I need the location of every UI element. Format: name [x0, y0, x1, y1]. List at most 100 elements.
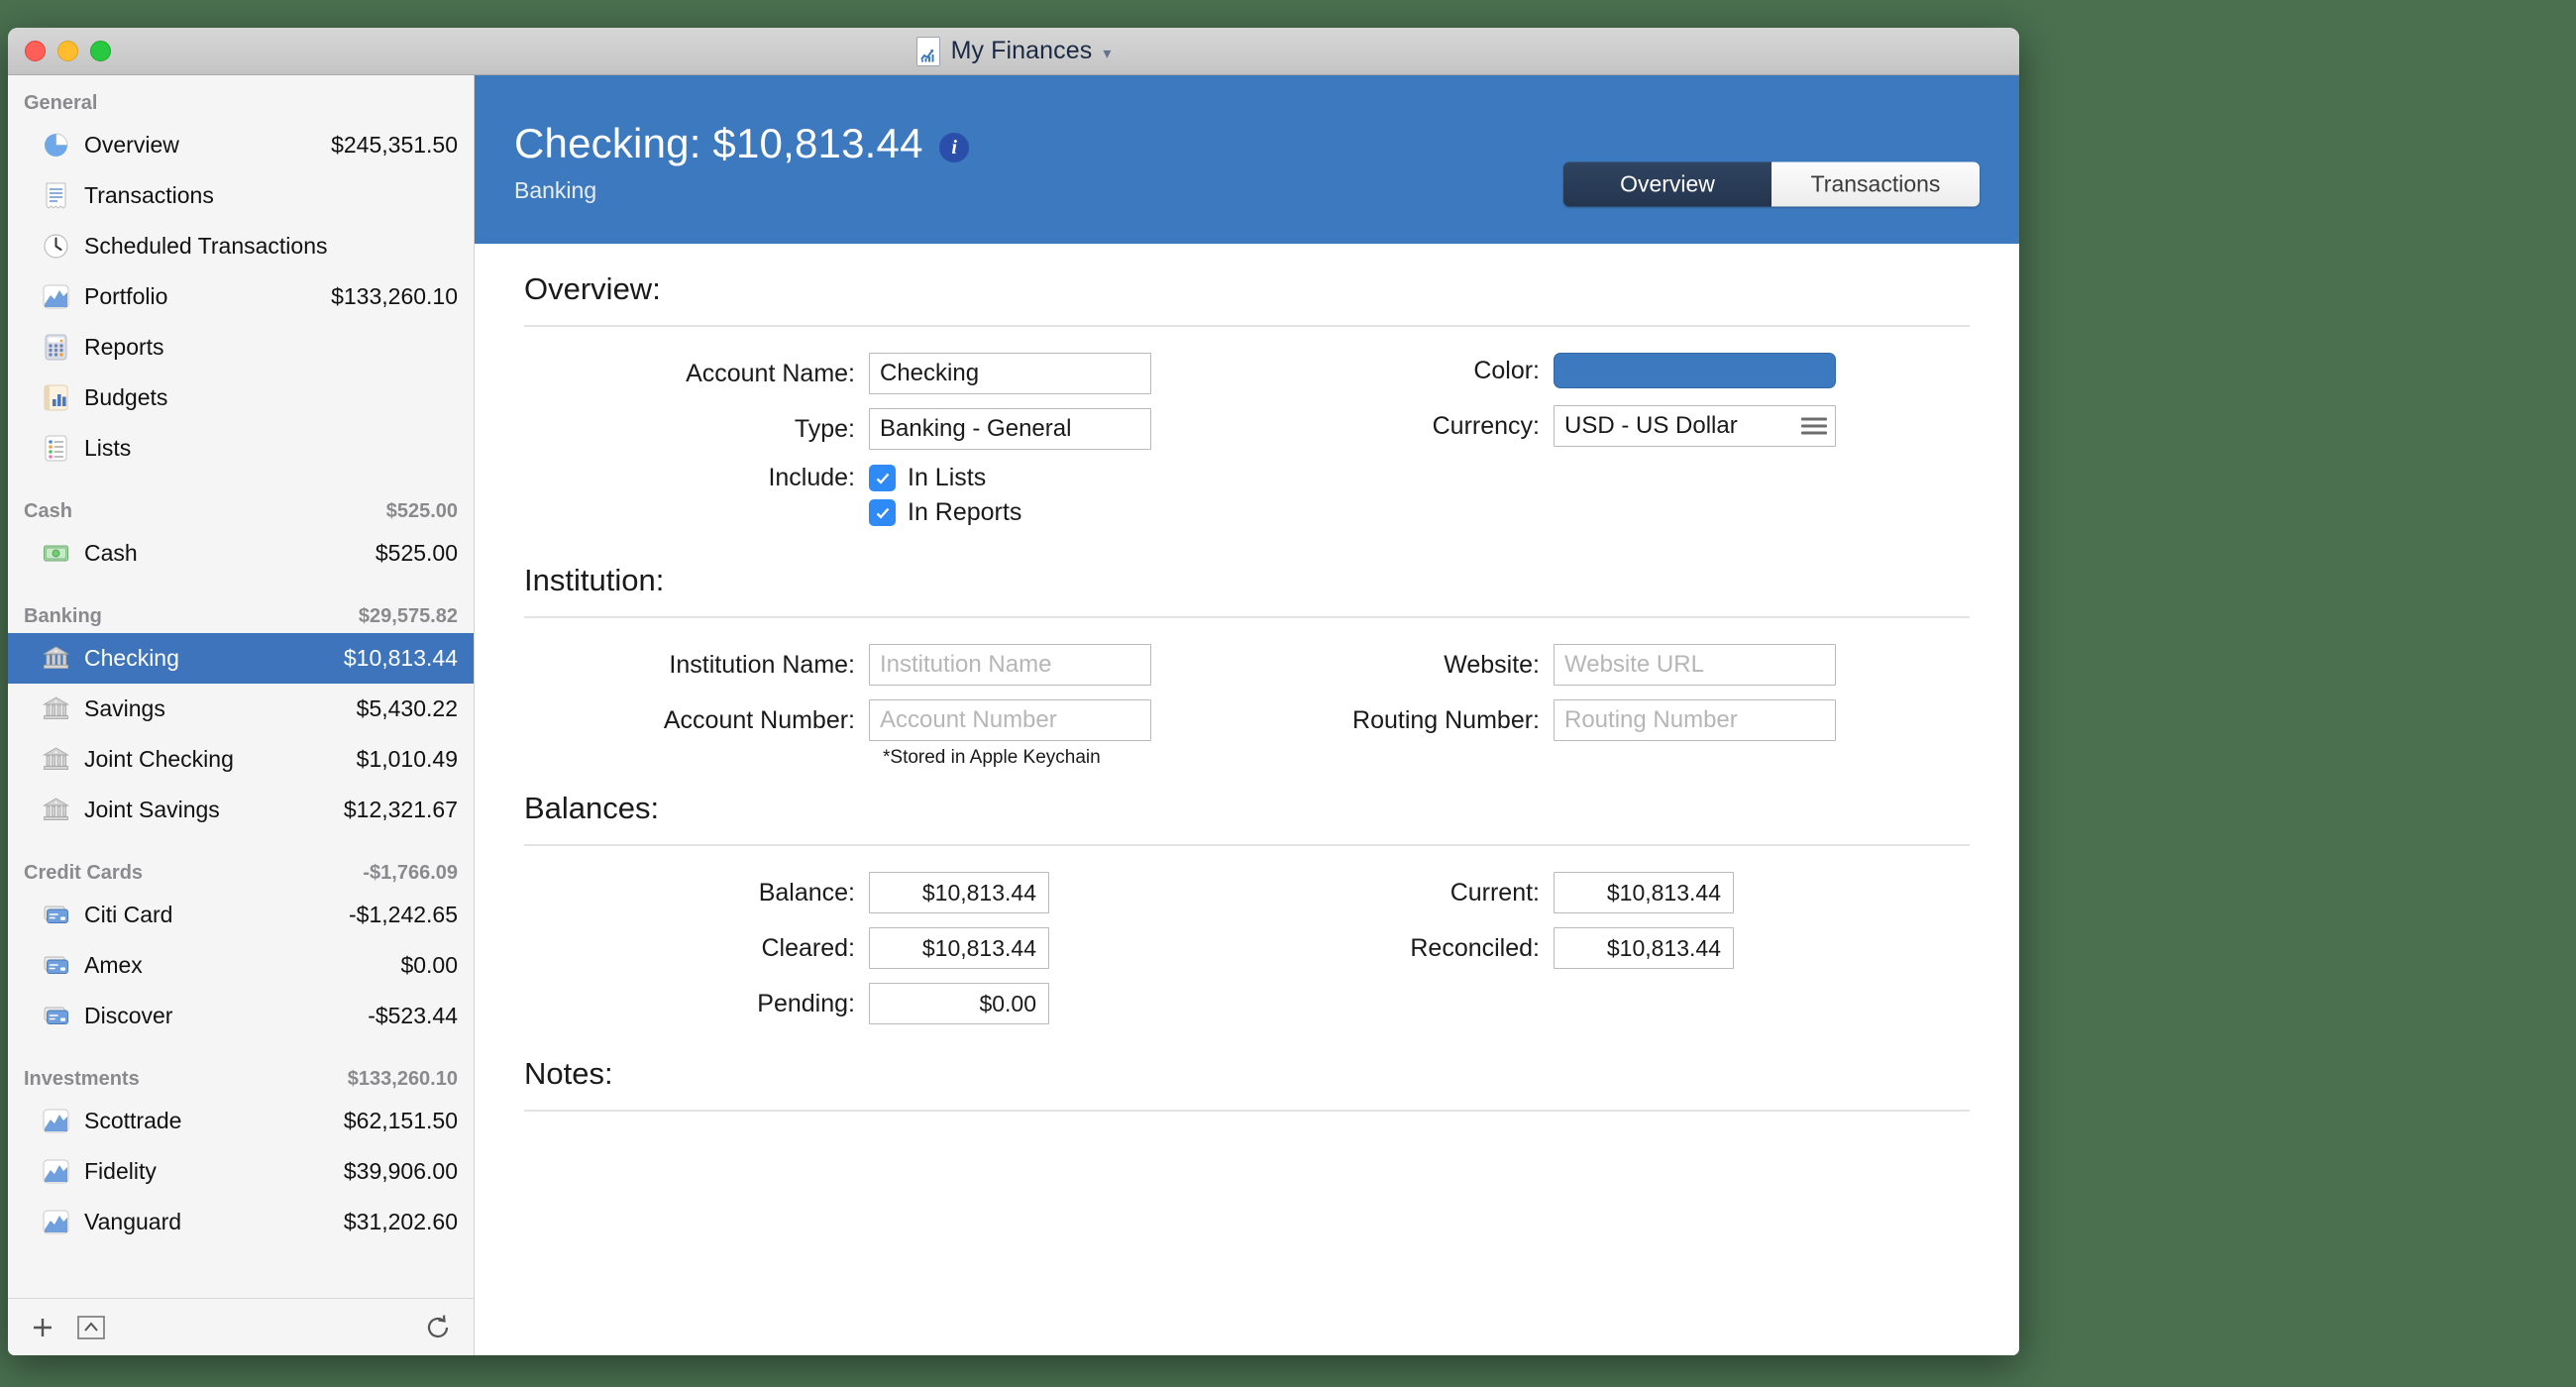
sidebar-section-gap — [8, 474, 474, 493]
sidebar-item-amount: $0.00 — [400, 952, 458, 979]
sidebar-item-amount: $133,260.10 — [331, 283, 458, 310]
sidebar-item-lists[interactable]: Lists — [8, 423, 474, 474]
sidebar-item-amount: $5,430.22 — [357, 695, 458, 722]
refresh-icon[interactable] — [424, 1314, 452, 1341]
sidebar-item-joint-checking[interactable]: Joint Checking$1,010.49 — [8, 734, 474, 785]
cleared-input[interactable]: $10,813.44 — [869, 927, 1049, 969]
tab-overview[interactable]: Overview — [1563, 162, 1771, 207]
account-name-label: Account Name: — [524, 360, 869, 388]
sidebar-item-label: Portfolio — [84, 283, 167, 310]
field-current: Current: $10,813.44 — [1262, 872, 1970, 913]
sidebar-item-joint-savings[interactable]: Joint Savings$12,321.67 — [8, 785, 474, 835]
main-panel: Checking: $10,813.44 i Banking Overview … — [475, 75, 2019, 1355]
sidebar-item-amount: -$523.44 — [368, 1003, 458, 1029]
account-name-input[interactable]: Checking — [869, 353, 1151, 394]
window-titlebar: My Finances ▾ — [8, 28, 2019, 75]
overview-section-title: Overview: — [524, 271, 1970, 307]
list-icon — [42, 434, 70, 463]
close-button[interactable] — [25, 41, 46, 61]
account-number-input[interactable]: Account Number — [869, 699, 1151, 741]
sidebar-item-label: Citi Card — [84, 902, 172, 928]
institution-section-title: Institution: — [524, 563, 1970, 598]
sidebar-item-label: Overview — [84, 132, 179, 159]
balances-form: Balance: $10,813.44 Cleared: $10,813.44 … — [524, 846, 1970, 1038]
view-tabs[interactable]: Overview Transactions — [1563, 162, 1980, 207]
sidebar-item-label: Scottrade — [84, 1108, 181, 1134]
type-input[interactable]: Banking - General — [869, 408, 1151, 450]
in-lists-label: In Lists — [908, 464, 986, 492]
sidebar-item-reports[interactable]: Reports — [8, 322, 474, 373]
sidebar-item-scheduled-transactions[interactable]: Scheduled Transactions — [8, 221, 474, 271]
bank-icon — [42, 796, 70, 824]
plus-icon[interactable] — [30, 1315, 55, 1340]
sidebar-item-discover[interactable]: Discover-$523.44 — [8, 991, 474, 1041]
account-number-label: Account Number: — [524, 706, 869, 735]
field-account-number: Account Number: Account Number — [524, 699, 1262, 741]
tab-transactions[interactable]: Transactions — [1771, 162, 1980, 207]
website-input[interactable]: Website URL — [1554, 644, 1836, 686]
chart-area-icon — [42, 1208, 70, 1236]
field-pending: Pending: $0.00 — [524, 983, 1262, 1024]
reconciled-input[interactable]: $10,813.44 — [1554, 927, 1734, 969]
account-subtitle: Banking — [514, 177, 969, 204]
field-routing-number: Routing Number: Routing Number — [1262, 699, 1970, 741]
sidebar-item-checking[interactable]: Checking$10,813.44 — [8, 633, 474, 684]
sidebar-section-header-credit-cards: Credit Cards-$1,766.09 — [8, 855, 474, 890]
hamburger-menu-icon[interactable] — [1801, 418, 1827, 435]
bank-icon — [42, 694, 70, 723]
color-swatch[interactable] — [1554, 353, 1836, 388]
current-label: Current: — [1262, 879, 1554, 907]
sidebar-item-savings[interactable]: Savings$5,430.22 — [8, 684, 474, 734]
sidebar-section-label: Investments — [24, 1068, 140, 1091]
sidebar-item-fidelity[interactable]: Fidelity$39,906.00 — [8, 1146, 474, 1197]
chevron-up-box-icon[interactable] — [77, 1316, 105, 1339]
in-lists-checkbox[interactable] — [869, 465, 896, 491]
info-icon[interactable]: i — [939, 133, 969, 162]
notes-textarea[interactable] — [524, 1112, 1970, 1230]
sidebar-item-vanguard[interactable]: Vanguard$31,202.60 — [8, 1197, 474, 1247]
pending-label: Pending: — [524, 990, 869, 1018]
sidebar-section-gap — [8, 579, 474, 598]
sidebar-section-total: $525.00 — [386, 500, 458, 523]
account-header-text: Checking: $10,813.44 i Banking — [514, 120, 969, 204]
sidebar-item-portfolio[interactable]: Portfolio $133,260.10 — [8, 271, 474, 322]
pie-chart-icon — [42, 131, 70, 160]
sidebar-item-amount: $12,321.67 — [344, 797, 458, 823]
zoom-button[interactable] — [90, 41, 111, 61]
sidebar-item-cash[interactable]: Cash$525.00 — [8, 528, 474, 579]
window-title: My Finances — [951, 37, 1093, 65]
current-input[interactable]: $10,813.44 — [1554, 872, 1734, 913]
currency-select[interactable]: USD - US Dollar — [1554, 405, 1836, 447]
include-in-lists-row[interactable]: In Lists — [869, 464, 986, 492]
field-reconciled: Reconciled: $10,813.44 — [1262, 927, 1970, 969]
sidebar-item-amount: $39,906.00 — [344, 1158, 458, 1185]
field-institution-name: Institution Name: Institution Name — [524, 644, 1262, 686]
bank-icon — [42, 644, 70, 673]
balance-input[interactable]: $10,813.44 — [869, 872, 1049, 913]
overview-content: Overview: Account Name: Checking Type: B… — [475, 244, 2019, 1355]
sidebar-item-amount: $245,351.50 — [331, 132, 458, 159]
currency-label: Currency: — [1262, 412, 1554, 441]
in-reports-checkbox[interactable] — [869, 499, 896, 526]
color-label: Color: — [1262, 357, 1554, 385]
sidebar-section-total: $29,575.82 — [359, 605, 458, 628]
currency-select-wrap: USD - US Dollar — [1554, 405, 1836, 447]
sidebar-account-list[interactable]: GeneralOverview$245,351.50TransactionsSc… — [8, 75, 474, 1298]
pending-input[interactable]: $0.00 — [869, 983, 1049, 1024]
institution-name-label: Institution Name: — [524, 651, 869, 680]
sidebar-item-citi-card[interactable]: Citi Card-$1,242.65 — [8, 890, 474, 940]
include-in-reports-row[interactable]: In Reports — [869, 498, 1021, 527]
routing-number-input[interactable]: Routing Number — [1554, 699, 1836, 741]
institution-name-input[interactable]: Institution Name — [869, 644, 1151, 686]
sidebar-item-scottrade[interactable]: Scottrade$62,151.50 — [8, 1096, 474, 1146]
minimize-button[interactable] — [57, 41, 78, 61]
sidebar-item-label: Budgets — [84, 384, 167, 411]
sidebar-item-amex[interactable]: Amex$0.00 — [8, 940, 474, 991]
chevron-down-icon[interactable]: ▾ — [1103, 44, 1111, 63]
sidebar-item-transactions[interactable]: Transactions — [8, 170, 474, 221]
sidebar-item-overview[interactable]: Overview $245,351.50 — [8, 120, 474, 170]
field-include-lists: Include: In Lists — [524, 464, 1262, 492]
sidebar-item-label: Vanguard — [84, 1209, 181, 1235]
field-cleared: Cleared: $10,813.44 — [524, 927, 1262, 969]
sidebar-item-budgets[interactable]: Budgets — [8, 373, 474, 423]
